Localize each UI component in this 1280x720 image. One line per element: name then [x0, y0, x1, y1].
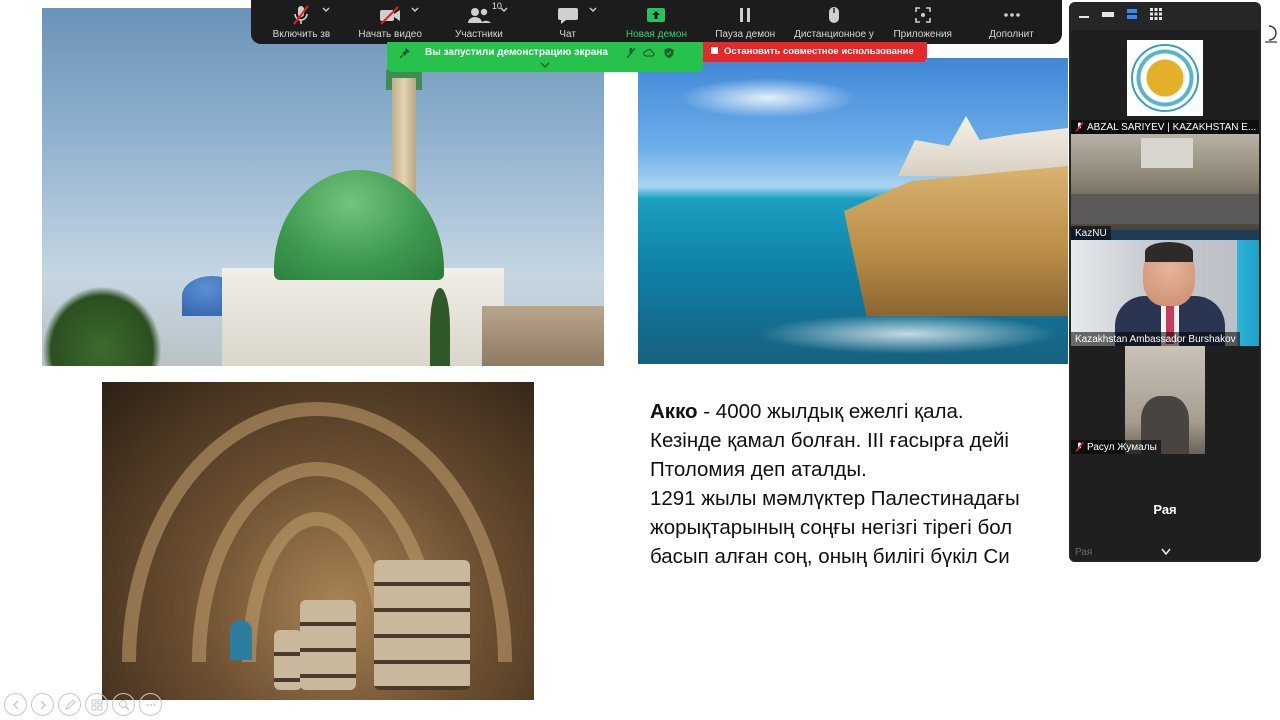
mic-muted-icon — [290, 4, 312, 26]
speaker-view-icon[interactable] — [1125, 7, 1139, 21]
unmute-label: Включить зв — [272, 29, 331, 40]
remote-control-icon — [823, 4, 845, 26]
pen-icon — [64, 698, 76, 710]
grid-icon — [91, 699, 102, 710]
slideshow-controls — [4, 693, 162, 716]
gallery-view-icon[interactable] — [1149, 7, 1163, 21]
zoom-button[interactable] — [112, 693, 135, 716]
stop-square-icon — [711, 47, 718, 54]
participant-name-faded: Рая — [1075, 547, 1093, 558]
start-video-button[interactable]: Начать видео — [354, 0, 426, 44]
share-screen-icon — [645, 4, 667, 26]
participant-tile[interactable]: KazNU — [1071, 134, 1259, 240]
more-icon — [1001, 4, 1023, 26]
participant-name-tag: Расул Жумалы — [1071, 440, 1161, 454]
chevron-up-icon[interactable] — [410, 4, 420, 14]
chevron-down-icon[interactable] — [1160, 548, 1172, 556]
participants-button[interactable]: 10 Участники — [443, 0, 515, 44]
arrow-right-icon — [40, 700, 46, 709]
screen-share-banner[interactable]: Вы запустили демонстрацию экрана — [387, 42, 703, 72]
pen-tool-button[interactable] — [58, 693, 81, 716]
chevron-up-icon[interactable] — [321, 4, 331, 14]
conference-table — [1071, 194, 1259, 224]
participant-name: Kazakhstan Ambassador Burshakov — [1075, 333, 1236, 345]
slide-line-text: - 4000 жылдық ежелгі қала. — [697, 400, 964, 423]
chevron-up-icon[interactable] — [499, 4, 509, 14]
apps-label: Приложения — [893, 29, 952, 40]
person-hair — [1145, 242, 1193, 262]
more-label: Дополнит — [989, 29, 1034, 40]
pause-share-button[interactable]: Пауза демон — [709, 0, 781, 44]
participant-name-large: Рая — [1153, 502, 1177, 517]
participant-name: Расул Жумалы — [1087, 441, 1157, 453]
screen-share-text: Вы запустили демонстрацию экрана — [425, 47, 608, 58]
magnifier-icon — [118, 699, 129, 710]
unmute-button[interactable]: Включить зв — [265, 0, 337, 44]
more-button[interactable]: Дополнит — [976, 0, 1048, 44]
meeting-toolbar: Включить зв Начать видео 10 Участники Ча… — [251, 0, 1062, 44]
apps-button[interactable]: Приложения — [887, 0, 959, 44]
pause-share-label: Пауза демон — [715, 29, 776, 40]
slide-title-word: Акко — [650, 400, 698, 423]
pause-icon — [734, 4, 756, 26]
remote-control-button[interactable]: Дистанционное у — [794, 0, 874, 44]
more-icon — [146, 703, 155, 706]
flag-image — [1237, 240, 1259, 346]
participant-tile[interactable]: Kazakhstan Ambassador Burshakov — [1071, 240, 1259, 346]
participant-tile[interactable]: ABZAL SARIYEV | KAZAKHSTAN E... — [1071, 30, 1259, 134]
chat-label: Чат — [559, 29, 576, 40]
participant-tile[interactable]: Расул Жумалы — [1071, 346, 1259, 454]
video-off-icon — [378, 4, 402, 26]
shield-icon[interactable] — [663, 47, 675, 59]
panel-controls — [1069, 2, 1261, 26]
participant-name-tag: Kazakhstan Ambassador Burshakov — [1071, 332, 1240, 346]
minimize-icon[interactable] — [1077, 7, 1091, 21]
participants-icon: 10 — [466, 1, 502, 26]
all-slides-button[interactable] — [85, 693, 108, 716]
chat-button[interactable]: Чат — [532, 0, 604, 44]
participant-tile[interactable]: Рая Рая — [1071, 454, 1259, 562]
apps-icon — [912, 4, 934, 26]
next-slide-button[interactable] — [31, 693, 54, 716]
participants-label: Участники — [455, 29, 503, 40]
new-share-label: Новая демон — [625, 29, 687, 40]
participant-name: ABZAL SARIYEV | KAZAKHSTAN E... — [1087, 121, 1257, 133]
mic-muted-icon — [1075, 442, 1084, 452]
start-video-label: Начать видео — [358, 29, 422, 40]
chevron-down-icon[interactable] — [539, 60, 551, 70]
cloud-icon[interactable] — [643, 47, 655, 59]
slide-image-sea-fortress — [638, 58, 1068, 364]
stop-share-button[interactable]: Остановить совместное использование — [703, 42, 927, 62]
emblem-logo — [1131, 44, 1199, 112]
strip-view-icon[interactable] — [1101, 7, 1115, 21]
mic-muted-icon[interactable] — [625, 47, 637, 59]
chevron-up-icon[interactable] — [588, 4, 598, 14]
new-share-button[interactable]: Новая демон — [620, 0, 692, 44]
slide-image-vaulted-hall — [102, 382, 534, 700]
options-button[interactable] — [139, 693, 162, 716]
chat-icon — [557, 4, 579, 26]
pin-icon[interactable] — [399, 47, 411, 59]
arrow-left-icon — [12, 700, 18, 709]
participants-video-panel: ABZAL SARIYEV | KAZAKHSTAN E... KazNU Ka… — [1069, 2, 1261, 562]
participant-name-tag: KazNU — [1071, 226, 1111, 240]
clipped-edge-icon — [1265, 25, 1277, 43]
participant-name: KazNU — [1075, 227, 1107, 239]
remote-control-label: Дистанционное у — [794, 29, 874, 40]
participant-name-tag: ABZAL SARIYEV | KAZAKHSTAN E... — [1071, 120, 1259, 134]
stop-share-label: Остановить совместное использование — [724, 46, 914, 57]
conference-screen — [1141, 138, 1193, 168]
previous-slide-button[interactable] — [4, 693, 27, 716]
mic-muted-icon — [1075, 122, 1084, 132]
